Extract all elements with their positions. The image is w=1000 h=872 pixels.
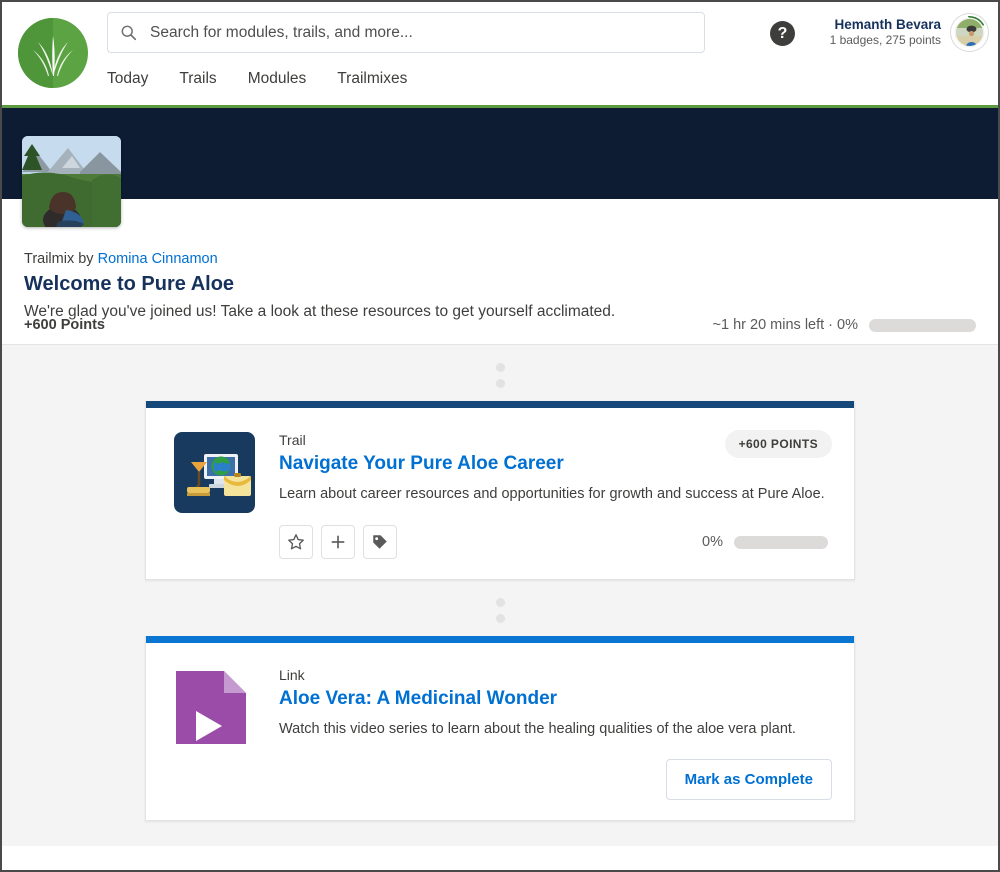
trailmix-byline: Trailmix by Romina Cinnamon	[24, 251, 976, 267]
trailmix-item-card[interactable]: +600 POINTS Trail Navigate Your Pure Alo…	[145, 401, 855, 580]
trailmix-item-card[interactable]: Link Aloe Vera: A Medicinal Wonder Watch…	[145, 636, 855, 821]
card-body: Link Aloe Vera: A Medicinal Wonder Watch…	[146, 643, 854, 820]
connector-dot	[495, 363, 505, 372]
plus-icon	[331, 535, 345, 549]
avatar[interactable]	[951, 14, 988, 51]
tag-button[interactable]	[363, 525, 397, 559]
trailmix-hero-image	[22, 136, 121, 227]
connector-dots-2	[2, 580, 998, 636]
favorite-button[interactable]	[279, 525, 313, 559]
trailhead-logo[interactable]	[18, 18, 88, 88]
trailmix-progress-bar	[869, 318, 976, 332]
search-icon	[121, 25, 137, 41]
avatar-photo	[956, 19, 983, 46]
trailmix-progress: ~1 hr 20 mins left · 0%	[713, 317, 976, 333]
trailmix-info: Trailmix by Romina Cinnamon Welcome to P…	[2, 199, 998, 344]
video-link-icon	[174, 667, 255, 748]
connector-dots-1	[2, 345, 998, 401]
help-label: ?	[777, 24, 788, 42]
card-actions: 0%	[279, 525, 832, 559]
tag-icon	[373, 535, 387, 549]
card-progress: 0%	[702, 534, 832, 550]
mark-as-complete-button[interactable]: Mark as Complete	[665, 759, 832, 800]
user-menu[interactable]: Hemanth Bevara 1 badges, 275 points	[830, 14, 988, 51]
search-bar[interactable]	[107, 12, 705, 53]
card-action-buttons	[279, 525, 397, 559]
card-accent-bar	[146, 636, 854, 643]
trail-desk-icon	[174, 432, 255, 513]
card-title-link[interactable]: Aloe Vera: A Medicinal Wonder	[279, 688, 832, 710]
user-name: Hemanth Bevara	[834, 16, 941, 32]
card-main: Link Aloe Vera: A Medicinal Wonder Watch…	[279, 667, 832, 800]
main-nav: Today Trails Modules Trailmixes	[107, 70, 407, 94]
user-stats: 1 badges, 275 points	[829, 33, 941, 48]
points-badge: +600 POINTS	[724, 430, 832, 458]
card-body: +600 POINTS Trail Navigate Your Pure Alo…	[146, 408, 854, 579]
trailmix-title: Welcome to Pure Aloe	[24, 273, 235, 295]
user-info: Hemanth Bevara 1 badges, 275 points	[830, 17, 941, 49]
card-kicker: Link	[279, 667, 305, 683]
card-description: Watch this video series to learn about t…	[279, 721, 796, 737]
trailmix-author-link[interactable]: Romina Cinnamon	[98, 251, 218, 267]
connector-dot	[495, 614, 505, 623]
connector-dot	[495, 379, 505, 388]
trailmix-points: +600 Points	[24, 317, 105, 333]
nav-item-modules[interactable]: Modules	[248, 70, 307, 94]
card-progress-label: 0%	[702, 534, 723, 550]
card-actions: Mark as Complete	[279, 759, 832, 800]
nav-item-trailmixes[interactable]: Trailmixes	[337, 70, 407, 94]
logo-grass-glyph	[33, 36, 73, 76]
trailmix-time-left: ~1 hr 20 mins left · 0%	[712, 317, 858, 333]
search-input[interactable]	[148, 22, 692, 43]
trailmix-footer: +600 Points ~1 hr 20 mins left · 0%	[24, 317, 976, 333]
card-progress-bar	[734, 535, 828, 549]
nav-item-today[interactable]: Today	[107, 70, 148, 94]
connector-dot	[495, 598, 505, 607]
help-button[interactable]: ?	[770, 21, 795, 46]
trailmix-items: +600 POINTS Trail Navigate Your Pure Alo…	[2, 344, 998, 846]
byline-prefix: Trailmix by	[24, 251, 94, 267]
card-accent-bar	[146, 401, 854, 408]
browser-frame: ? Hemanth Bevara 1 badges, 275 points	[0, 0, 1000, 872]
site-header: ? Hemanth Bevara 1 badges, 275 points	[2, 2, 998, 108]
nav-item-trails[interactable]: Trails	[179, 70, 216, 94]
card-description: Learn about career resources and opportu…	[279, 486, 825, 502]
add-button[interactable]	[321, 525, 355, 559]
star-icon	[288, 534, 304, 550]
trailmix-banner	[2, 108, 998, 227]
card-main: +600 POINTS Trail Navigate Your Pure Alo…	[279, 430, 832, 559]
